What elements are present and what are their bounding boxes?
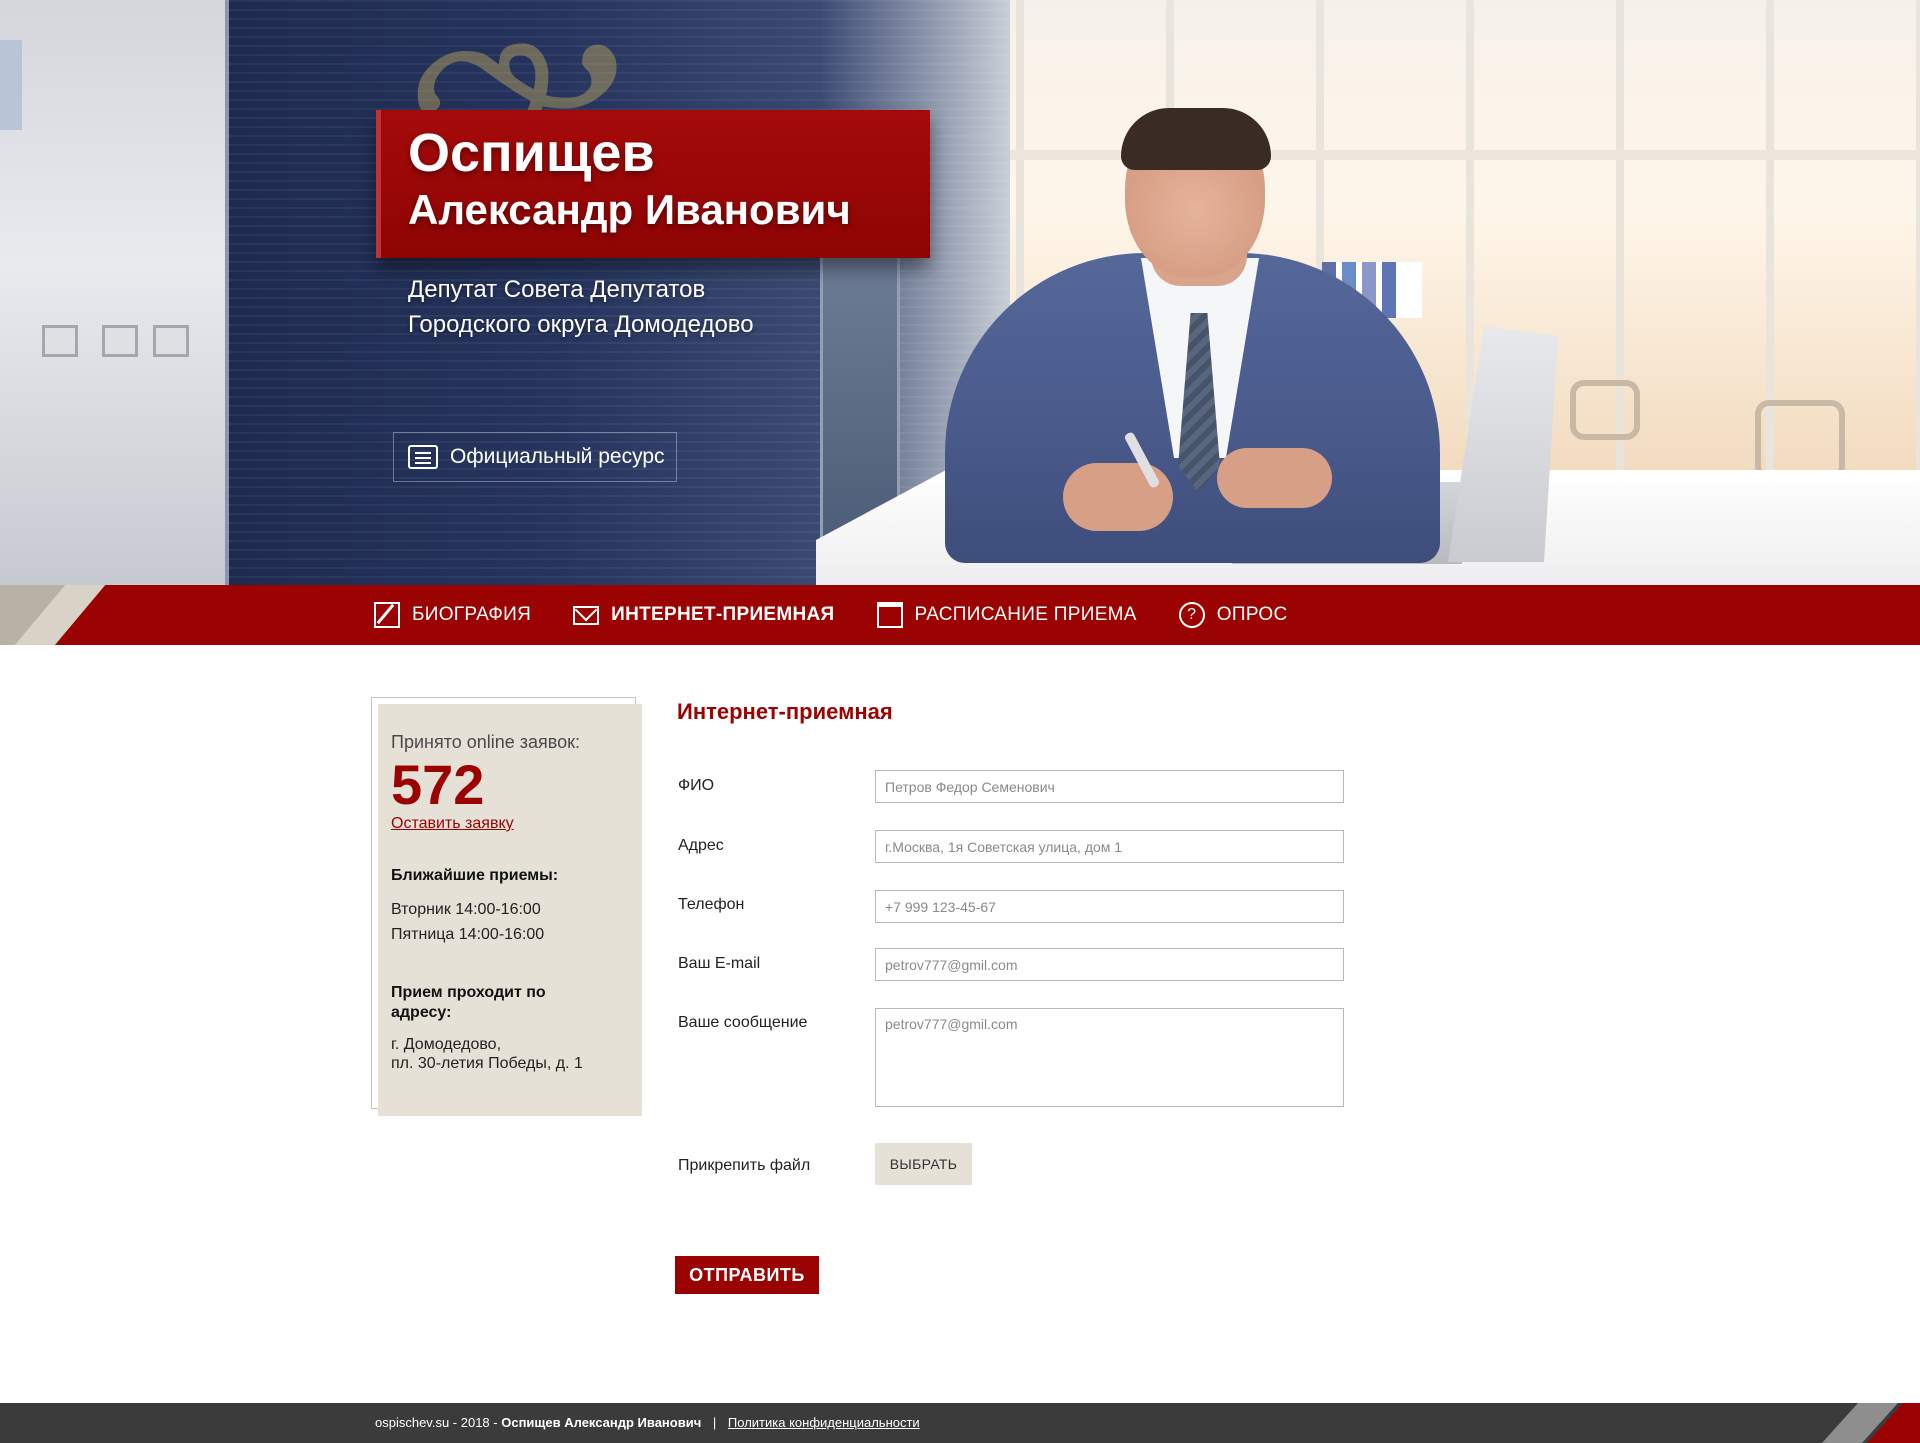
full-name-label: ФИО bbox=[678, 777, 715, 794]
question-icon: ? bbox=[1178, 602, 1205, 628]
schedule-item: Пятница 14:00-16:00 bbox=[391, 926, 545, 943]
reception-schedule: Вторник 14:00-16:00 Пятница 14:00-16:00 bbox=[391, 897, 628, 947]
nearest-receptions-heading: Ближайшие приемы: bbox=[391, 867, 559, 884]
message-label: Ваше сообщение bbox=[678, 1014, 808, 1031]
form-title: Интернет-приемная bbox=[677, 699, 893, 724]
nav-item-label: ОПРОС bbox=[1216, 604, 1288, 625]
address-input[interactable] bbox=[875, 830, 1344, 863]
footer: ospischev.su - 2018 - Оспищев Александр … bbox=[0, 1403, 1920, 1443]
office-chair bbox=[1570, 380, 1640, 440]
nav-list: БИОГРАФИЯ ИНТЕРНЕТ-ПРИЕМНАЯ РАСПИСАНИЕ П… bbox=[374, 585, 1329, 645]
address-label: Адрес bbox=[678, 837, 724, 854]
deputy-surname: Оспищев bbox=[408, 123, 655, 183]
footer-owner: Оспищев Александр Иванович bbox=[501, 1415, 702, 1430]
hair bbox=[1121, 108, 1271, 170]
nav-item-label: БИОГРАФИЯ bbox=[412, 604, 532, 625]
nav-item-biography[interactable]: БИОГРАФИЯ bbox=[374, 602, 531, 628]
office-chair bbox=[1755, 400, 1845, 480]
submit-button[interactable]: ОТПРАВИТЬ bbox=[675, 1256, 819, 1294]
certificate-icon bbox=[408, 445, 438, 469]
email-input[interactable] bbox=[875, 948, 1344, 981]
leave-request-link[interactable]: Оставить заявку bbox=[391, 815, 514, 833]
official-resource-badge: Официальный ресурс bbox=[393, 432, 677, 482]
deputy-position-line2: Городского округа Домодедово bbox=[408, 311, 754, 338]
official-resource-label: Официальный ресурс bbox=[450, 445, 665, 468]
wall-switch bbox=[153, 325, 189, 357]
address-heading-line: адресу: bbox=[391, 1004, 452, 1021]
mail-icon bbox=[573, 605, 600, 625]
wall-calendar bbox=[0, 40, 22, 130]
nav-item-label: ИНТЕРНЕТ-ПРИЕМНАЯ bbox=[611, 604, 835, 625]
nav-item-label: РАСПИСАНИЕ ПРИЕМА bbox=[914, 604, 1137, 625]
address-heading-line: Прием проходит по bbox=[391, 984, 546, 1001]
phone-input[interactable] bbox=[875, 890, 1344, 923]
reception-info-sidebar: Принято online заявок: 572 Оставить заяв… bbox=[378, 704, 642, 1116]
reception-address: г. Домодедово, пл. 30-летия Победы, д. 1 bbox=[391, 1035, 628, 1073]
address-line: г. Домодедово, bbox=[391, 1036, 502, 1053]
deputy-given-names: Александр Иванович bbox=[408, 186, 851, 233]
resting-hand bbox=[1217, 448, 1332, 508]
nav-item-survey[interactable]: ? ОПРОС bbox=[1178, 602, 1288, 628]
email-label: Ваш E-mail bbox=[678, 955, 761, 972]
nav-item-schedule[interactable]: РАСПИСАНИЕ ПРИЕМА bbox=[876, 602, 1137, 628]
deputy-portrait bbox=[945, 108, 1440, 563]
hero-banner: ❦ Оспищев Александр Иванович Депутат Сов… bbox=[0, 0, 1920, 585]
wall-switch bbox=[102, 325, 138, 357]
schedule-item: Вторник 14:00-16:00 bbox=[391, 901, 541, 918]
footer-separator: | bbox=[712, 1415, 717, 1430]
footer-text: ospischev.su - 2018 - Оспищев Александр … bbox=[375, 1403, 920, 1443]
accepted-requests-label: Принято online заявок: bbox=[391, 732, 581, 752]
attach-file-label: Прикрепить файл bbox=[678, 1157, 811, 1174]
deputy-position-line1: Депутат Совета Депутатов bbox=[408, 276, 706, 303]
full-name-input[interactable] bbox=[875, 770, 1344, 803]
address-line: пл. 30-летия Победы, д. 1 bbox=[391, 1055, 583, 1072]
hero-left-wall bbox=[0, 0, 226, 585]
pen-icon bbox=[374, 602, 400, 628]
nav-item-internet-reception[interactable]: ИНТЕРНЕТ-ПРИЕМНАЯ bbox=[573, 604, 834, 626]
calendar-icon bbox=[876, 602, 903, 628]
accepted-requests-count: 572 bbox=[391, 753, 485, 816]
message-textarea[interactable] bbox=[875, 1008, 1344, 1107]
reception-address-heading: Прием проходит по адресу: bbox=[391, 983, 628, 1023]
writing-hand bbox=[1063, 463, 1173, 531]
wall-switch bbox=[42, 325, 78, 357]
privacy-policy-link[interactable]: Политика конфиденциальности bbox=[728, 1415, 920, 1430]
main-navigation: БИОГРАФИЯ ИНТЕРНЕТ-ПРИЕМНАЯ РАСПИСАНИЕ П… bbox=[0, 585, 1920, 645]
choose-file-button[interactable]: ВЫБРАТЬ bbox=[875, 1143, 972, 1185]
phone-label: Телефон bbox=[678, 896, 745, 913]
footer-site: ospischev.su - 2018 - bbox=[375, 1415, 498, 1430]
